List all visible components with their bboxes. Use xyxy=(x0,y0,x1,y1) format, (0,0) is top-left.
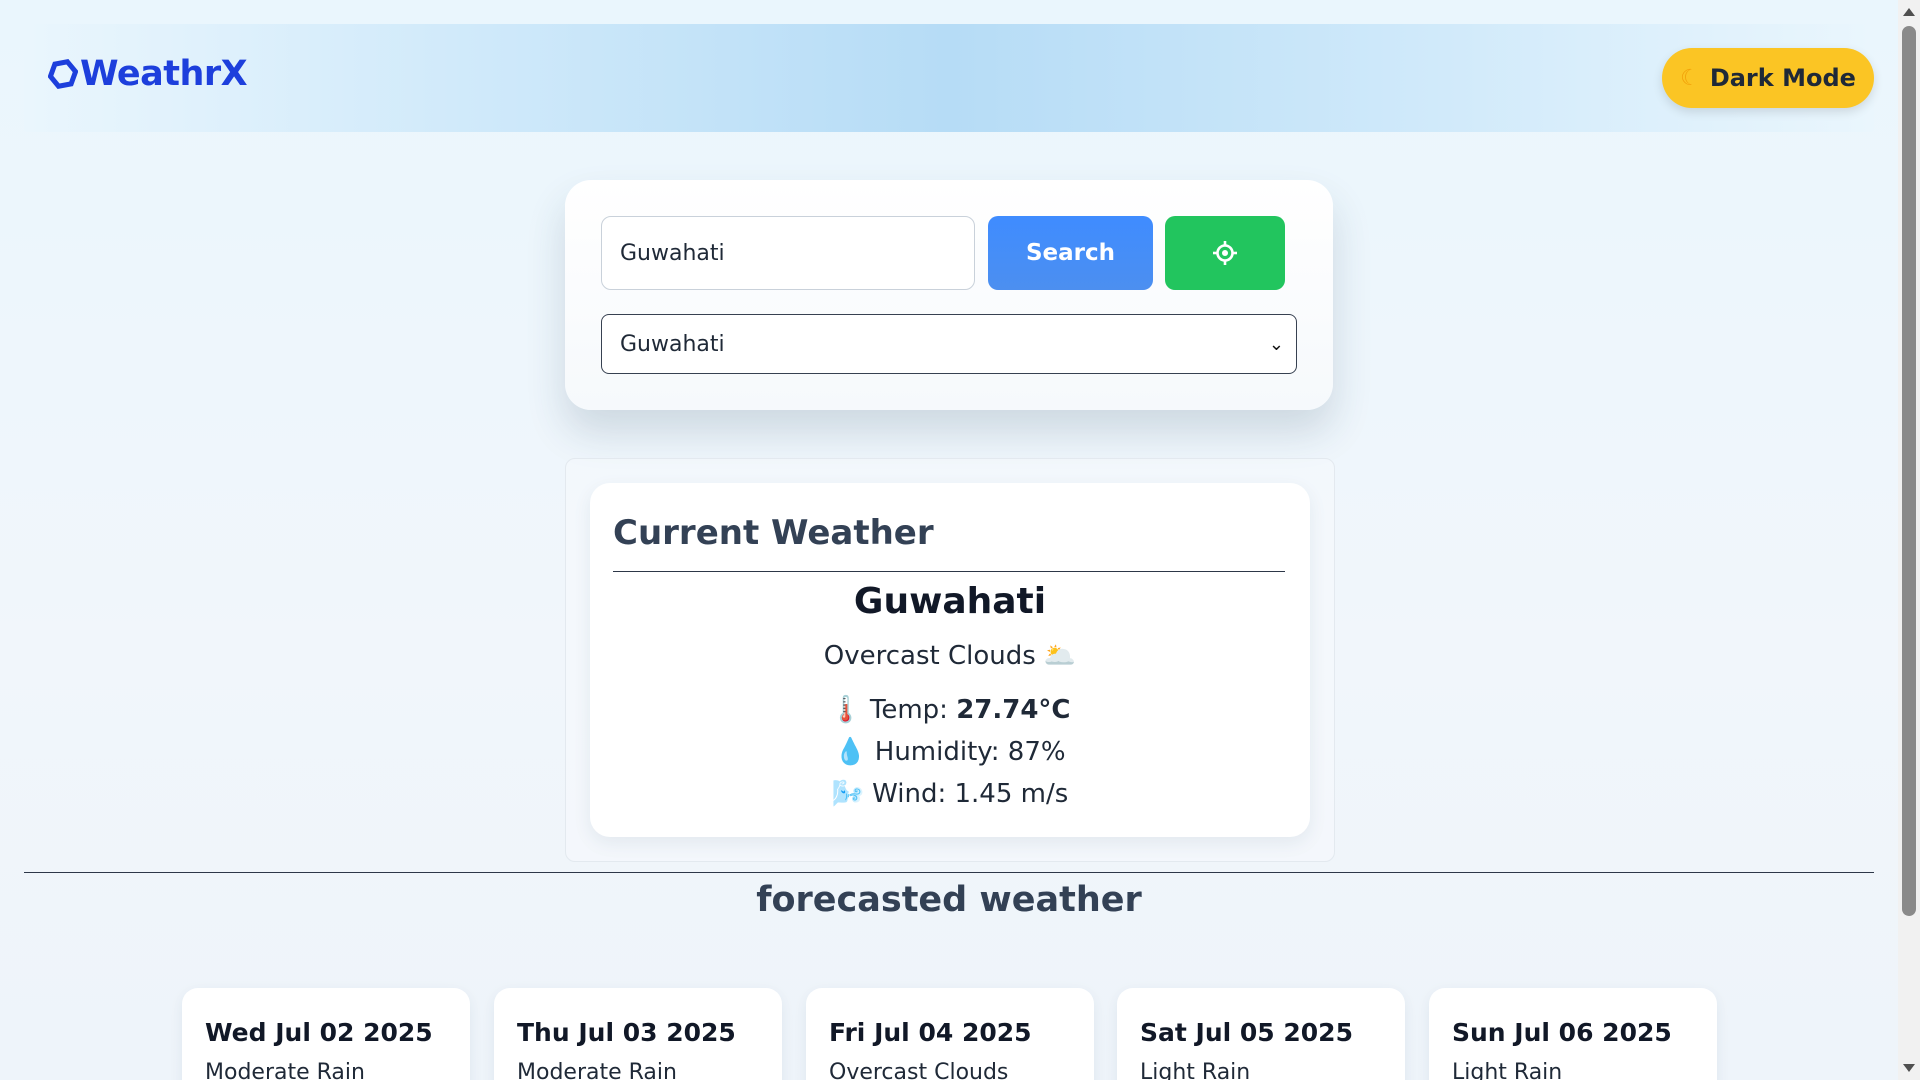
current-weather-section: Current Weather Guwahati Overcast Clouds… xyxy=(565,458,1335,862)
title-divider xyxy=(613,571,1285,572)
city-select-value: Guwahati xyxy=(620,331,725,357)
wind-text: Wind: 1.45 m/s xyxy=(872,779,1069,809)
forecast-card: Wed Jul 02 2025 Moderate Rain xyxy=(182,988,470,1080)
hexagon-logo-icon xyxy=(48,59,78,89)
current-city-name: Guwahati xyxy=(853,581,1047,622)
forecast-date: Sun Jul 06 2025 xyxy=(1452,1018,1672,1047)
scrollbar-thumb[interactable] xyxy=(1902,26,1916,916)
forecast-description: Light Rain xyxy=(1452,1060,1563,1080)
thermometer-icon: 🌡️ xyxy=(829,695,862,725)
scroll-down-arrow-icon[interactable] xyxy=(1903,1064,1915,1072)
temp-label: Temp: xyxy=(869,695,948,725)
weather-app-page: WeathrX ☾ Dark Mode Search Guwahati ⌄ C xyxy=(0,0,1898,1080)
forecast-card: Sun Jul 06 2025 Light Rain xyxy=(1429,988,1717,1080)
forecast-description: Moderate Rain xyxy=(517,1060,677,1080)
sun-behind-cloud-icon: 🌥️ xyxy=(1043,641,1077,671)
temp-value: 27.74°C xyxy=(956,695,1071,725)
weather-description-text: Overcast Clouds xyxy=(823,641,1036,671)
top-header: WeathrX ☾ Dark Mode xyxy=(24,24,1874,132)
logo-text: WeathrX xyxy=(80,54,248,94)
humidity-line: 💧 Humidity: 87% xyxy=(590,737,1310,767)
search-card: Search Guwahati ⌄ xyxy=(565,180,1333,410)
forecast-date: Sat Jul 05 2025 xyxy=(1140,1018,1353,1047)
scroll-up-arrow-icon[interactable] xyxy=(1903,8,1915,16)
use-location-button[interactable] xyxy=(1165,216,1285,290)
forecast-card: Thu Jul 03 2025 Moderate Rain xyxy=(494,988,782,1080)
temperature-line: 🌡️ Temp: 27.74°C xyxy=(590,695,1310,725)
forecast-card: Fri Jul 04 2025 Overcast Clouds xyxy=(806,988,1094,1080)
crosshair-location-icon xyxy=(1213,241,1237,265)
city-search-input[interactable] xyxy=(601,216,975,290)
current-weather-card: Current Weather Guwahati Overcast Clouds… xyxy=(590,483,1310,837)
forecast-card: Sat Jul 05 2025 Light Rain xyxy=(1117,988,1405,1080)
wind-face-icon: 🌬️ xyxy=(831,779,865,809)
forecast-date: Thu Jul 03 2025 xyxy=(517,1018,736,1047)
search-button[interactable]: Search xyxy=(988,216,1153,290)
forecast-description: Overcast Clouds xyxy=(829,1060,1009,1080)
humidity-text: Humidity: 87% xyxy=(874,737,1066,767)
brand-logo[interactable]: WeathrX xyxy=(48,54,248,94)
vertical-scrollbar[interactable] xyxy=(1898,0,1920,1080)
current-weather-title: Current Weather xyxy=(613,513,934,553)
forecast-date: Wed Jul 02 2025 xyxy=(205,1018,433,1047)
forecast-date: Fri Jul 04 2025 xyxy=(829,1018,1032,1047)
water-drop-icon: 💧 xyxy=(834,737,867,767)
weather-description: Overcast Clouds 🌥️ xyxy=(590,641,1310,671)
forecast-description: Light Rain xyxy=(1140,1060,1251,1080)
forecast-title: forecasted weather xyxy=(756,880,1142,920)
section-divider xyxy=(24,872,1874,873)
forecast-description: Moderate Rain xyxy=(205,1060,365,1080)
moon-icon: ☾ xyxy=(1680,65,1700,91)
chevron-down-icon: ⌄ xyxy=(1268,333,1284,355)
wind-line: 🌬️ Wind: 1.45 m/s xyxy=(590,779,1310,809)
dark-mode-label: Dark Mode xyxy=(1709,64,1856,92)
dark-mode-toggle-button[interactable]: ☾ Dark Mode xyxy=(1662,48,1874,108)
city-select-dropdown[interactable]: Guwahati ⌄ xyxy=(601,314,1297,374)
